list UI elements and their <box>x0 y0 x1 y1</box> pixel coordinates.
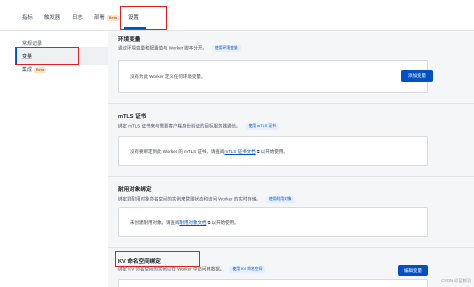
env-section-title: 环境变量 <box>118 37 141 43</box>
env-empty-text: 没有为此 Worker 定义任何环境变量。 <box>130 74 206 79</box>
mtls-section-desc: 绑定 mTLS 证书来与需要客户端身份验证的目标服务器通信。 使用 mTLS 证书 <box>118 123 279 130</box>
mtls-doc-link[interactable]: 使用 mTLS 证书 <box>245 123 279 130</box>
tab-logs[interactable]: 日志 <box>72 13 83 21</box>
sidebar-item-general[interactable]: 常规记录 <box>22 40 42 47</box>
tab-bar: 指标 触发器 日志 部署 Beta 设置 <box>0 0 474 31</box>
durable-card: 未创建耐用对象。请查阅耐用对象文档 ⧉ 以开始使用。 <box>118 207 428 237</box>
beta-badge: Beta <box>34 66 47 73</box>
kv-doc-link[interactable]: 使用 KV 命名空间 <box>229 266 266 273</box>
mtls-section-title: mTLS 证书 <box>118 114 147 120</box>
watermark: CSDN @蓝鹤羽 <box>441 278 471 283</box>
durable-empty-after: 以开始使用。 <box>211 220 239 225</box>
kv-desc-text: 绑定 KV 命名空间的实例以在 Worker 中访问其数据。 <box>118 266 225 272</box>
durable-docs-link[interactable]: 耐用对象文档 <box>180 220 207 225</box>
tab-triggers[interactable]: 触发器 <box>44 13 60 21</box>
durable-empty-text: 未创建耐用对象。请查阅耐用对象文档 ⧉ 以开始使用。 <box>130 220 239 226</box>
env-section-desc: 通过环境变量和配置值与 Worker 脚本分开。 使用环境变量 <box>118 45 241 52</box>
env-doc-link[interactable]: 使用环境变量 <box>211 45 241 52</box>
mtls-card: 没有要绑定到此 Worker 的 mTLS 证书。请查阅mTLS 证书文档 ⧉ … <box>118 136 428 166</box>
section-divider <box>108 176 474 177</box>
mtls-desc-text: 绑定 mTLS 证书来与需要客户端身份验证的目标服务器通信。 <box>118 123 241 129</box>
sidebar-item-integrations-label: 集成 <box>22 67 33 73</box>
tab-deployments-label: 部署 <box>94 15 105 21</box>
section-divider <box>108 247 474 248</box>
durable-section-desc: 绑定到耐用对象命名空间的实例来管理状态和访问 Worker 的实时存储。 使用耐用… <box>118 196 295 203</box>
mtls-empty-after: 以开始使用。 <box>260 149 288 154</box>
durable-doc-link[interactable]: 使用耐用对象 <box>265 196 295 203</box>
durable-desc-text: 绑定到耐用对象命名空间的实例来管理状态和访问 Worker 的实时存储。 <box>118 196 261 202</box>
kv-card <box>118 279 428 287</box>
tab-deployments[interactable]: 部署 Beta <box>94 13 120 21</box>
mtls-docs-link[interactable]: mTLS 证书文档 <box>224 149 255 154</box>
mtls-empty-before: 没有要绑定到此 Worker 的 mTLS 证书。请查阅 <box>130 149 225 154</box>
highlight-box-kv <box>115 251 200 267</box>
section-divider <box>108 103 474 104</box>
beta-badge: Beta <box>106 14 120 21</box>
tab-metrics[interactable]: 指标 <box>22 13 33 21</box>
add-variable-button[interactable]: 添加变量 <box>401 70 433 82</box>
edit-variables-button[interactable]: 编辑变量 <box>398 265 428 276</box>
main-content: 环境变量 通过环境变量和配置值与 Worker 脚本分开。 使用环境变量 没有为此… <box>108 31 474 287</box>
env-desc-text: 通过环境变量和配置值与 Worker 脚本分开。 <box>118 45 207 51</box>
settings-sidebar: 常规记录 变量 集成 Beta <box>0 31 108 287</box>
mtls-empty-text: 没有要绑定到此 Worker 的 mTLS 证书。请查阅mTLS 证书文档 ⧉ … <box>130 149 288 155</box>
sidebar-item-integrations[interactable]: 集成 Beta <box>22 66 47 73</box>
durable-empty-before: 未创建耐用对象。请查阅 <box>130 220 180 225</box>
durable-section-title: 耐用对象绑定 <box>118 187 152 193</box>
highlight-box-variables <box>15 47 79 65</box>
highlight-box-settings-tab <box>120 6 167 30</box>
env-card: 没有为此 Worker 定义任何环境变量。 添加变量 <box>118 60 433 93</box>
